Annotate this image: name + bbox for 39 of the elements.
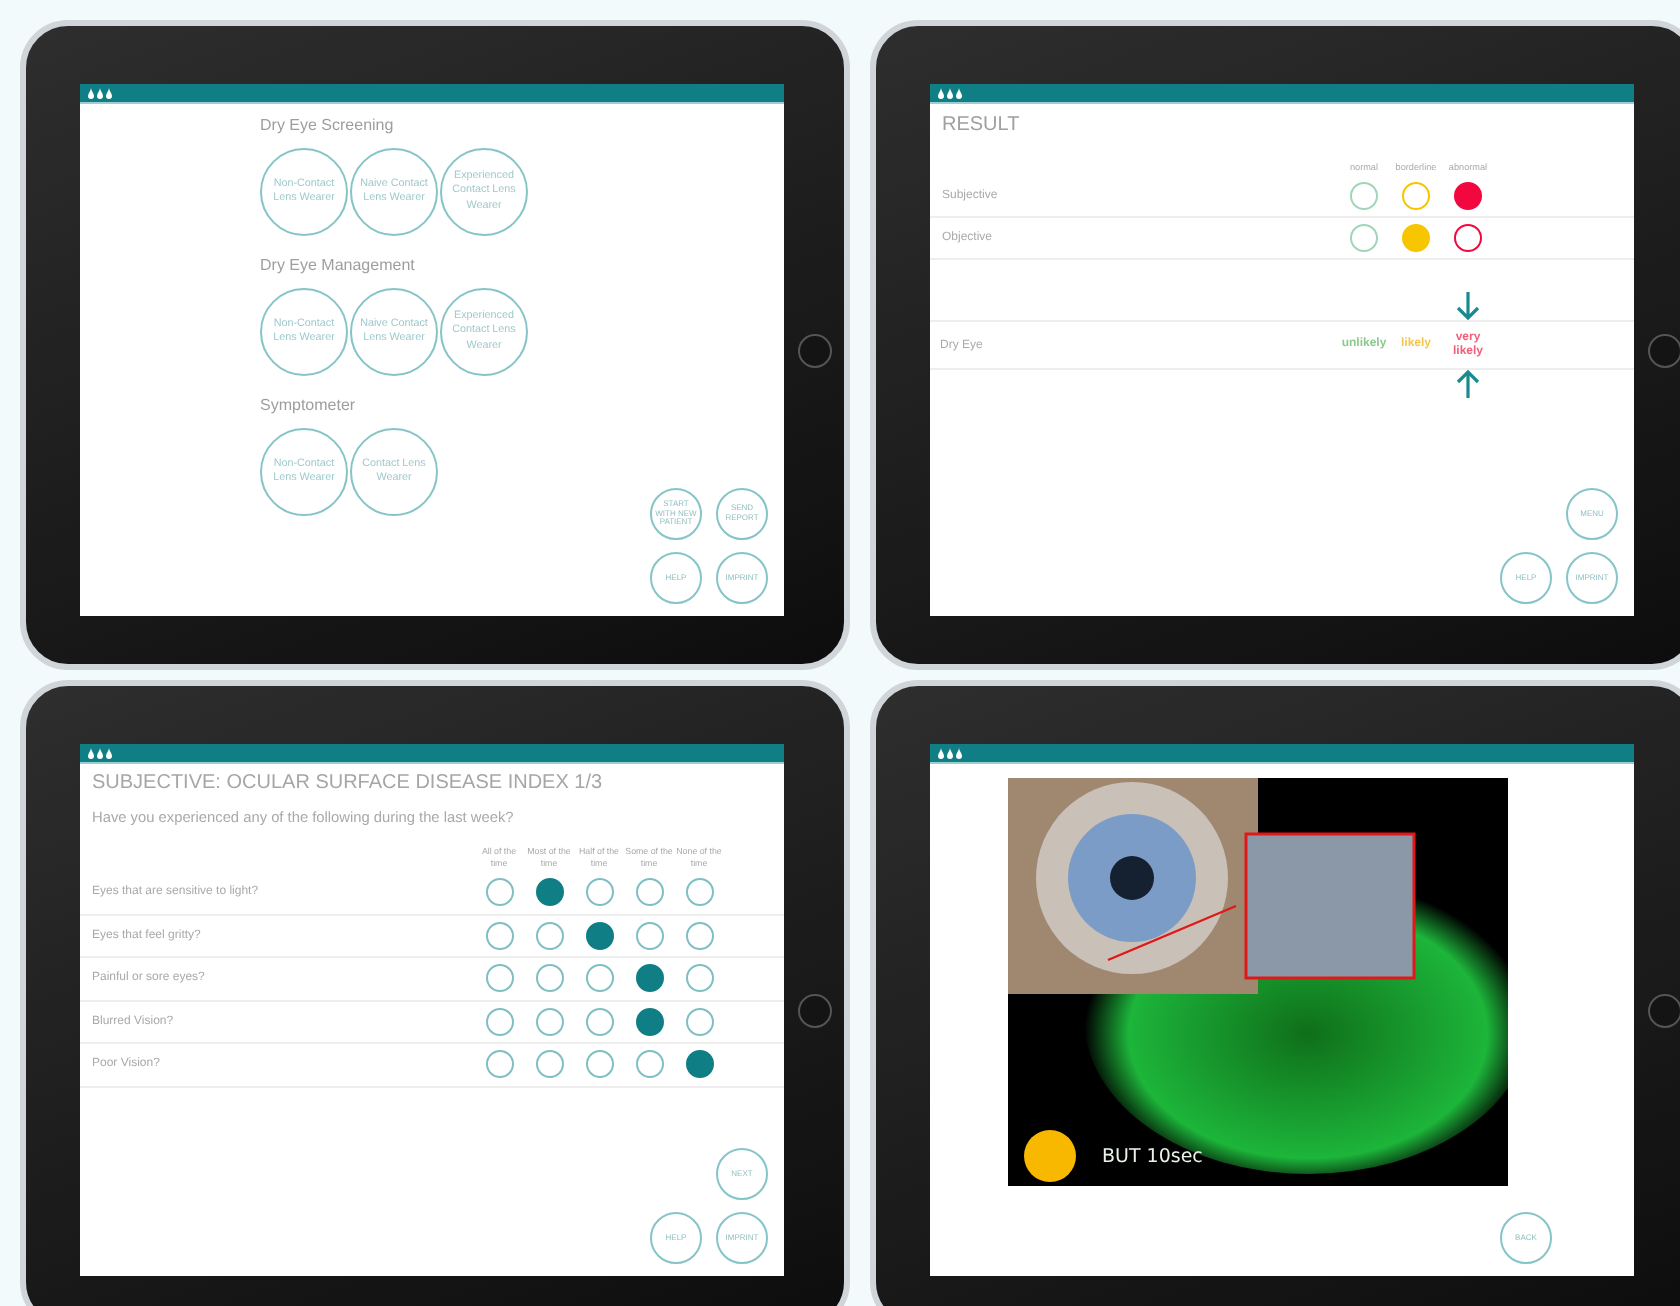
logo-icon <box>936 87 964 99</box>
section-title: Symptometer <box>260 396 358 418</box>
radio-button[interactable] <box>485 878 513 907</box>
home-button[interactable] <box>797 993 831 1027</box>
home-button[interactable] <box>797 333 831 367</box>
radio-button[interactable] <box>685 921 713 950</box>
logo-icon <box>936 747 964 759</box>
radio-button[interactable] <box>685 878 713 907</box>
radio-button[interactable] <box>535 921 563 950</box>
section-title: Dry Eye Management <box>260 256 417 278</box>
logo-icon <box>86 87 114 99</box>
screen-title: RESULT <box>940 112 1022 140</box>
home-button[interactable] <box>1647 333 1680 367</box>
radio-button[interactable] <box>485 921 513 950</box>
radio-button[interactable] <box>535 878 563 907</box>
radio-button[interactable] <box>635 964 663 993</box>
radio-button[interactable] <box>635 878 663 907</box>
radio-button[interactable] <box>585 1050 613 1079</box>
radio-button[interactable] <box>485 964 513 993</box>
radio-button[interactable] <box>685 964 713 993</box>
screen-title: SUBJECTIVE: OCULAR SURFACE DISEASE INDEX 1/3 <box>90 770 605 798</box>
radio-button[interactable] <box>585 964 613 993</box>
radio-button[interactable] <box>585 878 613 907</box>
home-button[interactable] <box>1647 993 1680 1027</box>
radio-button[interactable] <box>535 964 563 993</box>
radio-button[interactable] <box>485 1007 513 1036</box>
radio-button[interactable] <box>485 1050 513 1079</box>
radio-button[interactable] <box>585 1007 613 1036</box>
radio-button[interactable] <box>635 921 663 950</box>
radio-button[interactable] <box>535 1050 563 1079</box>
logo-icon <box>86 747 114 759</box>
section-title: Dry Eye Screening <box>260 116 396 138</box>
radio-button[interactable] <box>635 1050 663 1079</box>
radio-button[interactable] <box>685 1007 713 1036</box>
photo-caption: BUT 10sec <box>1102 1145 1203 1167</box>
radio-button[interactable] <box>685 1050 713 1079</box>
radio-button[interactable] <box>635 1007 663 1036</box>
radio-button[interactable] <box>535 1007 563 1036</box>
radio-button[interactable] <box>585 921 613 950</box>
